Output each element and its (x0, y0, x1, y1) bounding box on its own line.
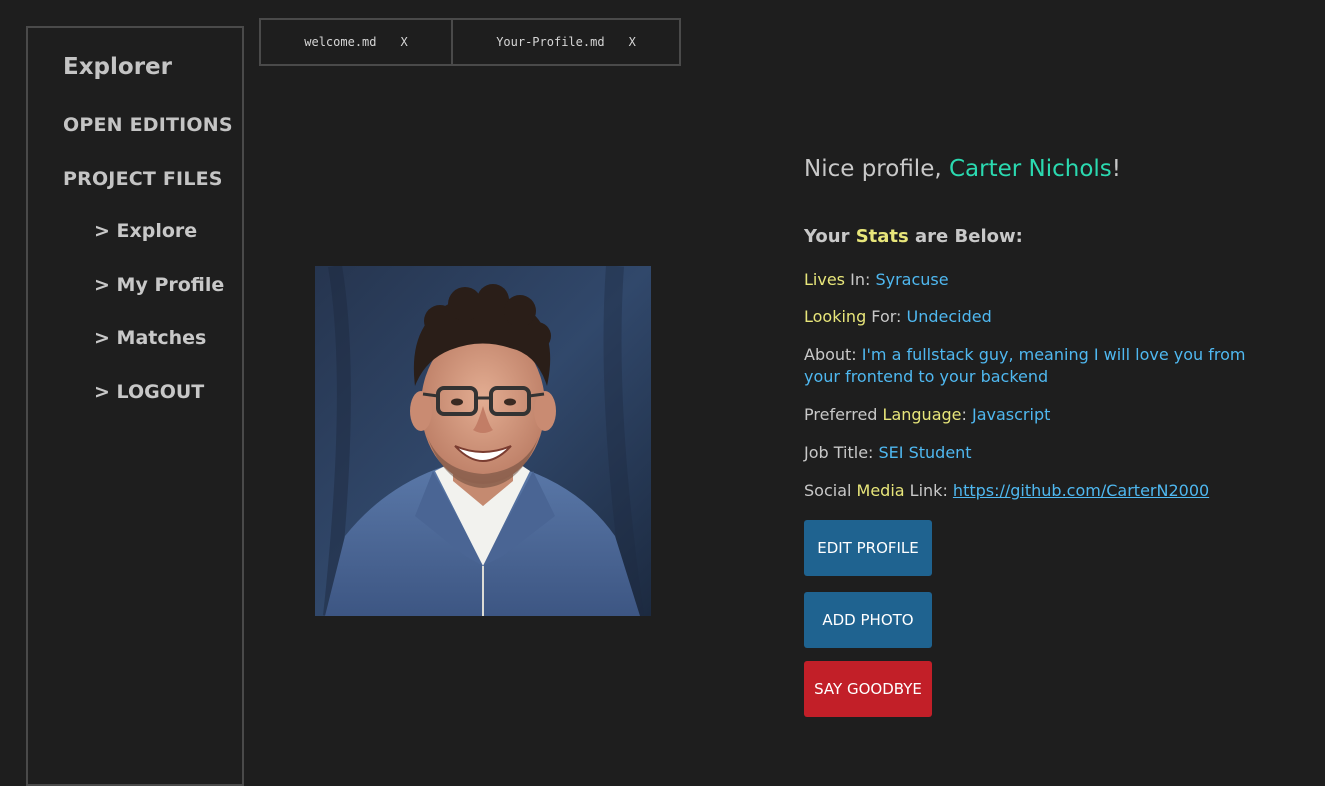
tab-close-button[interactable]: X (629, 35, 636, 49)
profile-photo (315, 266, 651, 616)
stats-heading: Your Stats are Below: (804, 226, 1023, 247)
greeting-suffix: ! (1111, 156, 1122, 182)
sidebar-item-logout[interactable]: > LOGOUT (94, 381, 204, 403)
about-row: About: I'm a fullstack guy, meaning I wi… (804, 344, 1264, 388)
language-highlight: Language (882, 405, 962, 424)
editor-tabs: welcome.md X Your-Profile.md X (259, 18, 681, 66)
social-suffix: Link: (904, 481, 953, 500)
looking-value: Undecided (906, 307, 992, 326)
stats-highlight: Stats (855, 226, 909, 247)
job-row: Job Title: SEI Student (804, 442, 972, 464)
about-value: I'm a fullstack guy, meaning I will love… (804, 345, 1246, 386)
language-row: Preferred Language: Javascript (804, 404, 1050, 426)
sidebar-item-matches[interactable]: > Matches (94, 327, 206, 349)
stats-suffix: are Below: (908, 226, 1023, 247)
sidebar-item-my-profile[interactable]: > My Profile (94, 274, 224, 296)
social-label: Social (804, 481, 857, 500)
looking-label: For: (866, 307, 907, 326)
language-label: Preferred (804, 405, 883, 424)
language-sep: : (961, 405, 972, 424)
job-value: SEI Student (878, 443, 972, 462)
profile-greeting: Nice profile, Carter Nichols! (804, 156, 1121, 182)
profile-name: Carter Nichols (948, 156, 1112, 182)
say-goodbye-button[interactable]: SAY GOODBYE (804, 661, 932, 717)
sidebar-title: Explorer (63, 54, 172, 80)
tab-your-profile[interactable]: Your-Profile.md X (453, 18, 681, 66)
social-link[interactable]: https://github.com/CarterN2000 (953, 481, 1209, 500)
about-label: About: (804, 345, 862, 364)
stats-prefix: Your (804, 226, 856, 247)
looking-highlight: Looking (804, 307, 867, 326)
tab-welcome[interactable]: welcome.md X (259, 18, 453, 66)
add-photo-button[interactable]: ADD PHOTO (804, 592, 932, 648)
tab-label: welcome.md (304, 35, 377, 49)
lives-row: Lives In: Syracuse (804, 269, 949, 291)
open-editions-heading: OPEN EDITIONS (63, 114, 233, 136)
greeting-prefix: Nice profile, (804, 156, 949, 182)
tab-close-button[interactable]: X (401, 35, 408, 49)
lives-label: In: (845, 270, 876, 289)
project-files-heading: PROJECT FILES (63, 168, 223, 190)
job-label: Job Title: (804, 443, 879, 462)
sidebar-item-explore[interactable]: > Explore (94, 220, 197, 242)
lives-value: Syracuse (875, 270, 949, 289)
edit-profile-button[interactable]: EDIT PROFILE (804, 520, 932, 576)
social-highlight: Media (856, 481, 905, 500)
social-row: Social Media Link: https://github.com/Ca… (804, 480, 1209, 502)
looking-row: Looking For: Undecided (804, 306, 992, 328)
language-value: Javascript (971, 405, 1051, 424)
lives-highlight: Lives (804, 270, 846, 289)
sidebar: Explorer OPEN EDITIONS PROJECT FILES > E… (26, 26, 244, 786)
tab-label: Your-Profile.md (496, 35, 605, 49)
